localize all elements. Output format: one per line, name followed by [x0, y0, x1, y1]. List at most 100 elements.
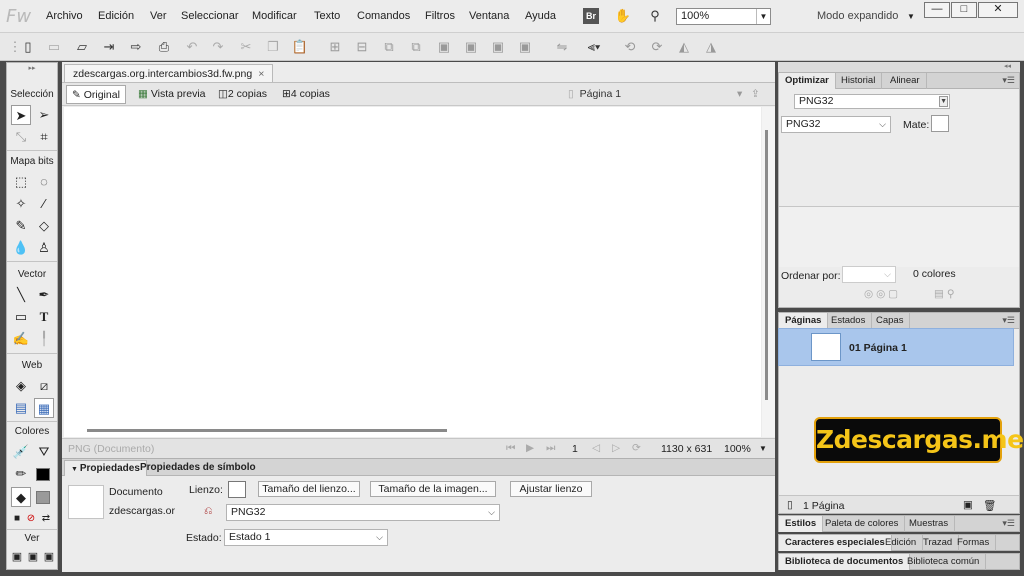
eyedropper-tool-icon[interactable]: 💉 [11, 442, 31, 462]
magic-wand-icon[interactable]: ✧ [11, 194, 31, 214]
menu-seleccionar[interactable]: Seleccionar [181, 10, 238, 22]
palette-actions-icon[interactable]: ◎ ◎ ▢ [864, 288, 898, 300]
image-size-button[interactable]: Tamaño de la imagen... [370, 481, 496, 497]
loop-icon[interactable]: ⟳ [632, 442, 641, 454]
bring-front-icon[interactable]: ▣ [435, 38, 453, 56]
text-tool-icon[interactable]: T [34, 307, 54, 327]
bridge-icon[interactable]: Br [583, 8, 599, 24]
marquee-tool-icon[interactable]: ⬚ [11, 172, 31, 192]
view-preview-button[interactable]: ▦ Vista previa [133, 85, 211, 104]
page-row[interactable]: 01 Página 1 [778, 328, 1014, 366]
rubber-stamp-icon[interactable]: ♙ [34, 238, 54, 258]
subselect-tool-icon[interactable]: ➢ [34, 105, 54, 125]
tab-paginas[interactable]: Páginas [779, 313, 829, 329]
dock-grip[interactable]: ◂◂ [778, 62, 1020, 72]
workspace-chevron-icon[interactable]: ▼ [907, 12, 915, 21]
copy-icon[interactable]: ❐ [264, 38, 282, 56]
zoom-select[interactable]: 100% ▼ [676, 8, 771, 25]
tab-paleta-colores[interactable]: Paleta de colores [819, 516, 906, 532]
page-options-icon[interactable]: ⇪ [746, 85, 765, 104]
first-frame-icon[interactable]: ⏮ [506, 442, 515, 455]
tab-caracteres-especiales[interactable]: Caracteres especiales [779, 535, 892, 551]
document-tab[interactable]: zdescargas.org.intercambios3d.fw.png × [64, 64, 274, 82]
hide-slices-icon[interactable]: ▤ [11, 398, 31, 418]
slice-tool-icon[interactable]: ⧄ [34, 376, 54, 396]
tab-estilos[interactable]: Estilos [779, 516, 824, 532]
menu-texto[interactable]: Texto [314, 10, 340, 22]
tab-biblioteca-comun[interactable]: Biblioteca común [901, 554, 987, 570]
vertical-scrollbar[interactable] [762, 107, 775, 437]
undo-icon[interactable]: ↶ [183, 38, 201, 56]
fill-color-swatch[interactable] [36, 491, 50, 504]
canvas-dimensions[interactable]: 1130 x 631 [661, 443, 712, 455]
import-icon[interactable]: ⇥ [100, 38, 118, 56]
fit-canvas-button[interactable]: Ajustar lienzo [510, 481, 592, 497]
panel-menu-icon[interactable]: ▾☰ [1002, 75, 1015, 86]
menu-filtros[interactable]: Filtros [425, 10, 455, 22]
pointer-tool-icon[interactable]: ➤ [11, 105, 31, 125]
save-icon[interactable]: ▭ [45, 38, 63, 56]
eraser-tool-icon[interactable]: ◇ [34, 216, 54, 236]
redo-icon[interactable]: ↷ [209, 38, 227, 56]
rectangle-tool-icon[interactable]: ▭ [11, 307, 31, 327]
close-tab-icon[interactable]: × [258, 68, 264, 80]
distribute-icon[interactable]: ⇋ [553, 38, 571, 56]
group-icon[interactable]: ⊞ [326, 38, 344, 56]
delete-page-icon[interactable]: 🗑 [983, 499, 996, 512]
minimize-button[interactable]: — [924, 2, 950, 18]
tab-formas[interactable]: Formas [951, 535, 997, 551]
stroke-color-icon[interactable]: ✏ [11, 464, 31, 484]
last-frame-icon[interactable]: ⏭ [546, 442, 555, 455]
fill-color-icon[interactable]: ◆ [11, 487, 31, 507]
brush-tool-icon[interactable]: ∕ [34, 194, 54, 214]
hand-tool-icon[interactable]: ✋ [614, 7, 632, 25]
canvas-color-swatch[interactable] [228, 481, 246, 498]
tools-panel-grip[interactable]: ▸▸ [7, 64, 57, 72]
lasso-tool-icon[interactable]: ◌ [34, 172, 54, 192]
optimize-format-select[interactable]: PNG32 ⌵ [781, 116, 891, 133]
line-tool-icon[interactable]: ╲ [11, 285, 31, 305]
pen-tool-icon[interactable]: ✒ [34, 285, 54, 305]
tab-alinear[interactable]: Alinear [884, 73, 927, 89]
paste-icon[interactable]: 📋 [291, 38, 309, 56]
menu-ver[interactable]: Ver [150, 10, 167, 22]
freeform-tool-icon[interactable]: ✍ [11, 329, 31, 349]
split-icon[interactable]: ⧉ [407, 38, 425, 56]
cut-icon[interactable]: ✂ [237, 38, 255, 56]
view-4up-button[interactable]: ⊞4 copias [277, 85, 335, 104]
paint-bucket-icon[interactable]: ⛛ [34, 442, 54, 462]
print-icon[interactable]: ⎙ [155, 38, 173, 56]
scale-tool-icon[interactable]: ⤡ [11, 127, 31, 147]
tab-estados[interactable]: Estados [825, 313, 873, 329]
menu-ayuda[interactable]: Ayuda [525, 10, 556, 22]
view-2up-button[interactable]: ◫2 copias [213, 85, 272, 104]
status-zoom[interactable]: 100% [724, 443, 751, 455]
status-zoom-chevron-icon[interactable]: ▼ [759, 444, 767, 453]
canvas[interactable] [64, 107, 761, 437]
rotate-left-icon[interactable]: ⟲ [621, 38, 639, 56]
pencil-tool-icon[interactable]: ✎ [11, 216, 31, 236]
crop-tool-icon[interactable]: ⌗ [34, 127, 54, 147]
bring-forward-icon[interactable]: ▣ [462, 38, 480, 56]
menu-modificar[interactable]: Modificar [252, 10, 297, 22]
hotspot-tool-icon[interactable]: ◈ [11, 376, 31, 396]
rotate-right-icon[interactable]: ⟳ [648, 38, 666, 56]
sort-select[interactable]: ⌵ [842, 266, 896, 283]
page-selector[interactable]: ▯ Página 1 [563, 85, 626, 104]
palette-tools-icon[interactable]: ▤ ⚲ [934, 288, 955, 300]
tab-propiedades-simbolo[interactable]: Propiedades de símbolo [134, 460, 262, 476]
menu-ventana[interactable]: Ventana [469, 10, 509, 22]
tab-muestras[interactable]: Muestras [903, 516, 956, 532]
state-select[interactable]: Estado 1 ⌵ [224, 529, 388, 546]
flip-horizontal-icon[interactable]: ◭ [675, 38, 693, 56]
prev-frame-icon[interactable]: ◁ [592, 442, 600, 454]
horizontal-scroll-thumb[interactable] [87, 429, 447, 432]
new-file-icon[interactable]: ▯ [19, 38, 37, 56]
page-dropdown-icon[interactable]: ▾ [732, 85, 747, 104]
tab-capas[interactable]: Capas [870, 313, 911, 329]
export-icon[interactable]: ⇨ [127, 38, 145, 56]
play-icon[interactable]: ▶ [526, 442, 534, 454]
send-backward-icon[interactable]: ▣ [489, 38, 507, 56]
show-slices-icon[interactable]: ▦ [34, 398, 54, 418]
new-page-icon[interactable]: ▣ [963, 499, 973, 511]
